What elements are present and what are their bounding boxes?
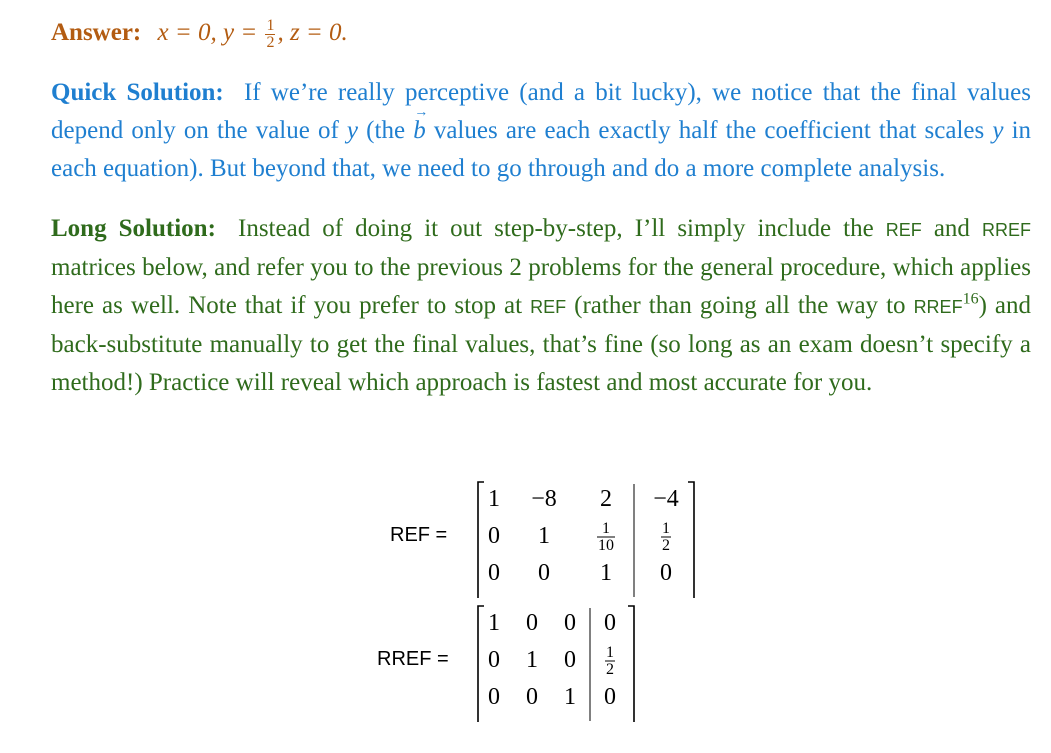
ref-equation-label: REF = [390, 524, 448, 546]
rref-cell-r2c4: 12 [605, 644, 615, 678]
var-y: y [346, 117, 359, 144]
ref-cell-r1c1: 1 [488, 486, 500, 512]
answer-y-prefix: y = [222, 19, 258, 46]
ref-right-bracket [688, 481, 695, 598]
quick-solution-label: Quick Solution: [51, 79, 224, 106]
long-text-2: and [933, 215, 970, 242]
answer-label: Answer: [51, 19, 142, 46]
ref-term: REF [885, 220, 922, 240]
rref-left-bracket [477, 605, 484, 722]
ref-term-2: REF [530, 297, 567, 317]
quick-text-3: values are each exactly half the coeffic… [433, 117, 985, 144]
answer-y-fraction: 12 [265, 16, 276, 51]
svg-text:1: 1 [606, 644, 614, 661]
answer-z: , z = 0. [277, 19, 348, 46]
quick-solution-paragraph: Quick Solution: If we’re really percepti… [51, 74, 1031, 188]
rref-cell-r1c1: 1 [488, 610, 500, 636]
document-body: Answer: x = 0, y = 12, z = 0. Quick Solu… [51, 14, 1031, 402]
svg-text:2: 2 [662, 537, 670, 554]
long-text-1: Instead of doing it out step-by-step, I’… [238, 215, 874, 242]
rref-right-bracket [628, 605, 635, 722]
rref-cell-r1c4: 0 [604, 610, 616, 636]
var-y-2: y [992, 117, 1004, 144]
ref-left-bracket [477, 481, 484, 598]
ref-cell-r1c4: −4 [653, 486, 679, 512]
rref-term: RREF [982, 220, 1032, 240]
ref-cell-r1c2: −8 [531, 486, 557, 512]
rref-cell-r3c4: 0 [604, 684, 616, 710]
ref-matrix: 1 −8 2 −40 1 110120 0 1 0 [477, 481, 695, 598]
rref-equation-label: RREF = [377, 648, 449, 670]
rref-term-2: RREF [913, 297, 963, 317]
rref-cell-r1c2: 0 [526, 610, 538, 636]
svg-text:10: 10 [598, 537, 614, 554]
footnote-marker: 16 [962, 290, 979, 308]
ref-cell-r3c4: 0 [660, 560, 672, 586]
ref-cell-r2c3: 110 [597, 520, 615, 554]
answer-paragraph: Answer: x = 0, y = 12, z = 0. [51, 14, 1031, 52]
long-solution-paragraph: Long Solution: Instead of doing it out s… [51, 210, 1031, 402]
rref-cell-r3c1: 0 [488, 684, 500, 710]
rref-cell-r2c1: 0 [488, 647, 500, 673]
ref-cell-r2c4: 12 [661, 520, 671, 554]
quick-text-2: (the [366, 117, 406, 144]
rref-cell-r3c3: 1 [564, 684, 576, 710]
ref-cell-r3c3: 1 [600, 560, 612, 586]
long-text-4: (rather than going all the way to [574, 292, 906, 319]
answer-x: x = 0, [157, 19, 217, 46]
long-solution-label: Long Solution: [51, 215, 216, 242]
vector-b: b [413, 94, 427, 150]
svg-text:2: 2 [606, 661, 614, 678]
ref-cell-r3c1: 0 [488, 560, 500, 586]
ref-cell-r2c2: 1 [538, 523, 550, 549]
svg-text:1: 1 [662, 520, 670, 537]
ref-cell-r3c2: 0 [538, 560, 550, 586]
rref-cell-r2c2: 1 [526, 647, 538, 673]
rref-matrix: 1 0 0 00 1 0 120 0 1 0 [477, 605, 635, 722]
ref-cell-r1c3: 2 [600, 486, 612, 512]
rref-cell-r1c3: 0 [564, 610, 576, 636]
svg-text:1: 1 [602, 520, 610, 537]
ref-cell-r2c1: 0 [488, 523, 500, 549]
rref-cell-r2c3: 0 [564, 647, 576, 673]
rref-cell-r3c2: 0 [526, 684, 538, 710]
